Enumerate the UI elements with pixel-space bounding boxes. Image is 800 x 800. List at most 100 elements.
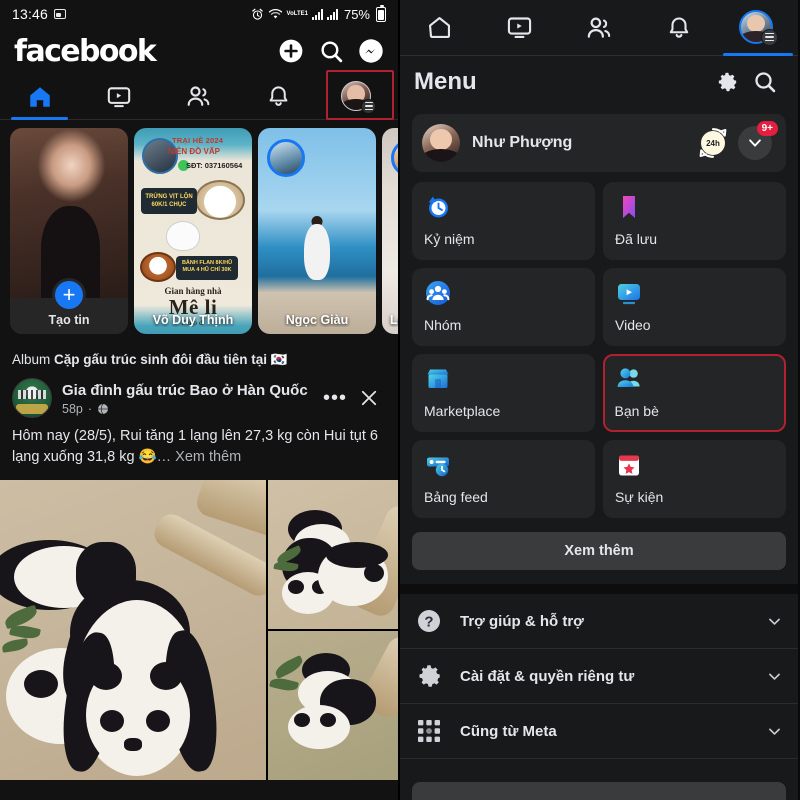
signal-bars-sim1	[311, 8, 323, 20]
panda-shape	[146, 710, 170, 732]
search-button[interactable]	[316, 36, 346, 66]
settings-gear-icon	[414, 661, 444, 691]
marketplace-store-icon	[427, 369, 449, 388]
status-icons: VoLTE1 75%	[251, 4, 386, 22]
menu-tile-label: Đã lưu	[615, 231, 658, 247]
post-photo-column	[268, 480, 398, 780]
messenger-button[interactable]	[356, 36, 386, 66]
see-more-button[interactable]: Xem thêm	[412, 532, 786, 570]
panda-shape	[150, 662, 182, 690]
menu-tile-events[interactable]: Sự kiện	[603, 440, 786, 518]
menu-tile-feeds[interactable]: Bảng feed	[412, 440, 595, 518]
menu-tile-groups[interactable]: Nhóm	[412, 268, 595, 346]
list-item[interactable]: Lan T	[382, 128, 398, 334]
settings-button[interactable]	[708, 63, 746, 101]
globe-icon	[98, 403, 109, 414]
menu-tile-label: Marketplace	[424, 403, 501, 419]
panda-shape	[364, 564, 384, 582]
story-avatar	[267, 139, 305, 177]
chevron-down-icon[interactable]	[764, 723, 784, 740]
image-icon	[54, 9, 67, 19]
post-photo-1[interactable]	[0, 480, 266, 780]
leaf-shape	[272, 655, 306, 679]
story-label: Võ Duy Thịnh	[152, 313, 234, 327]
bookmark-icon	[623, 196, 635, 218]
menu-tile-label: Video	[615, 317, 651, 333]
profile-card[interactable]: Như Phượng 24h 9+	[412, 114, 786, 172]
menu-tile-friends[interactable]: Bạn bè	[603, 354, 786, 432]
gear-glyph	[419, 665, 440, 687]
tab-menu-profile[interactable]	[718, 0, 798, 56]
hamburger-icon	[761, 28, 779, 46]
leaf-shape	[1, 638, 29, 653]
profile-expand-button[interactable]: 9+	[738, 121, 778, 162]
album-prefix: Album	[12, 352, 51, 367]
story-person-body	[304, 224, 330, 280]
album-name[interactable]: Cặp gấu trúc sinh đôi đầu tiên tại 🇰🇷	[54, 352, 288, 367]
avatar[interactable]	[12, 378, 52, 418]
list-item-help[interactable]: ? Trợ giúp & hỗ trợ	[400, 594, 798, 649]
sidebar-item-menu[interactable]	[318, 74, 398, 119]
create-post-button[interactable]	[276, 36, 306, 66]
eggs-image	[195, 180, 245, 220]
post-photo-3[interactable]	[268, 631, 398, 780]
see-more-link[interactable]: … Xem thêm	[157, 449, 242, 465]
chevron-down-icon[interactable]	[764, 613, 784, 630]
chevron-down-icon	[749, 139, 761, 147]
menu-tile-saved[interactable]: Đã lưu	[603, 182, 786, 260]
list-item-meta-apps[interactable]: Cũng từ Meta	[400, 704, 798, 759]
tab-video[interactable]	[480, 0, 560, 55]
sidebar-item-friends[interactable]	[159, 74, 239, 119]
post-close-button[interactable]	[352, 388, 386, 408]
profile-name: Như Phượng	[472, 134, 573, 151]
search-icon	[320, 40, 342, 62]
list-item-settings[interactable]: Cài đặt & quyền riêng tư	[400, 649, 798, 704]
menu-tile-video[interactable]: Video	[603, 268, 786, 346]
panda-shape	[90, 662, 122, 690]
story-label: Tạo tin	[48, 313, 90, 327]
menu-tile-marketplace[interactable]: Marketplace	[412, 354, 595, 432]
sidebar-item-notifications[interactable]	[239, 74, 319, 119]
avatar	[422, 124, 460, 162]
story-24h-button[interactable]: 24h	[696, 126, 730, 160]
search-button[interactable]	[746, 63, 784, 101]
story-ad-phone: SĐT: 037160564	[186, 161, 243, 170]
tab-home[interactable]	[400, 0, 480, 55]
post-author-name[interactable]: Gia đình gấu trúc Bao ở Hàn Quốc	[62, 381, 318, 401]
meta-apps-grid-icon	[414, 716, 444, 746]
story-ad-line1: TRẠI HÈ 2024	[172, 136, 224, 145]
gear-icon	[718, 72, 737, 92]
groups-icon	[426, 281, 450, 305]
grid-glyph	[418, 720, 440, 742]
tab-friends[interactable]	[559, 0, 639, 55]
album-line: Album Cặp gấu trúc sinh đôi đầu tiên tại…	[0, 342, 398, 374]
partial-bottom-button[interactable]	[412, 782, 786, 800]
panda-shape	[24, 670, 58, 698]
video-icon	[108, 86, 131, 107]
facebook-header: facebook	[0, 28, 398, 74]
help-icon-glyph: ?	[418, 610, 440, 632]
post-photo-2[interactable]	[268, 480, 398, 629]
friends-icon	[188, 86, 210, 106]
post-more-button[interactable]: •••	[318, 388, 352, 408]
sidebar-item-home[interactable]	[0, 74, 80, 120]
menu-tile-label: Bạn bè	[614, 402, 659, 419]
tab-notifications[interactable]	[639, 0, 719, 55]
menu-tile-memories[interactable]: Kỷ niệm	[412, 182, 595, 260]
story-create[interactable]: + Tạo tin	[10, 128, 128, 334]
create-story-plus-icon[interactable]: +	[52, 278, 86, 312]
signal-bars-sim2	[326, 8, 338, 20]
list-item[interactable]: TRẠI HÈ 2024 NIÊN ĐỒ VẤP SĐT: 037160564 …	[134, 128, 252, 334]
sidebar-item-video[interactable]	[80, 74, 160, 119]
list-item-label: Trợ giúp & hỗ trợ	[460, 612, 584, 630]
home-icon	[30, 86, 50, 107]
chevron-down-glyph	[768, 728, 780, 735]
chevron-down-icon[interactable]	[764, 668, 784, 685]
list-item[interactable]: Ngọc Giàu	[258, 128, 376, 334]
left-phone-panel: 13:46 VoLTE1 75% facebook + Tạo tin TRẠI…	[0, 0, 400, 800]
panda-shape	[76, 542, 136, 606]
post-meta: Gia đình gấu trúc Bao ở Hàn Quốc 58p ·	[62, 381, 318, 416]
story-label: Ngọc Giàu	[285, 313, 349, 327]
menu-header: Menu	[400, 56, 798, 108]
leaf-shape	[269, 675, 299, 694]
